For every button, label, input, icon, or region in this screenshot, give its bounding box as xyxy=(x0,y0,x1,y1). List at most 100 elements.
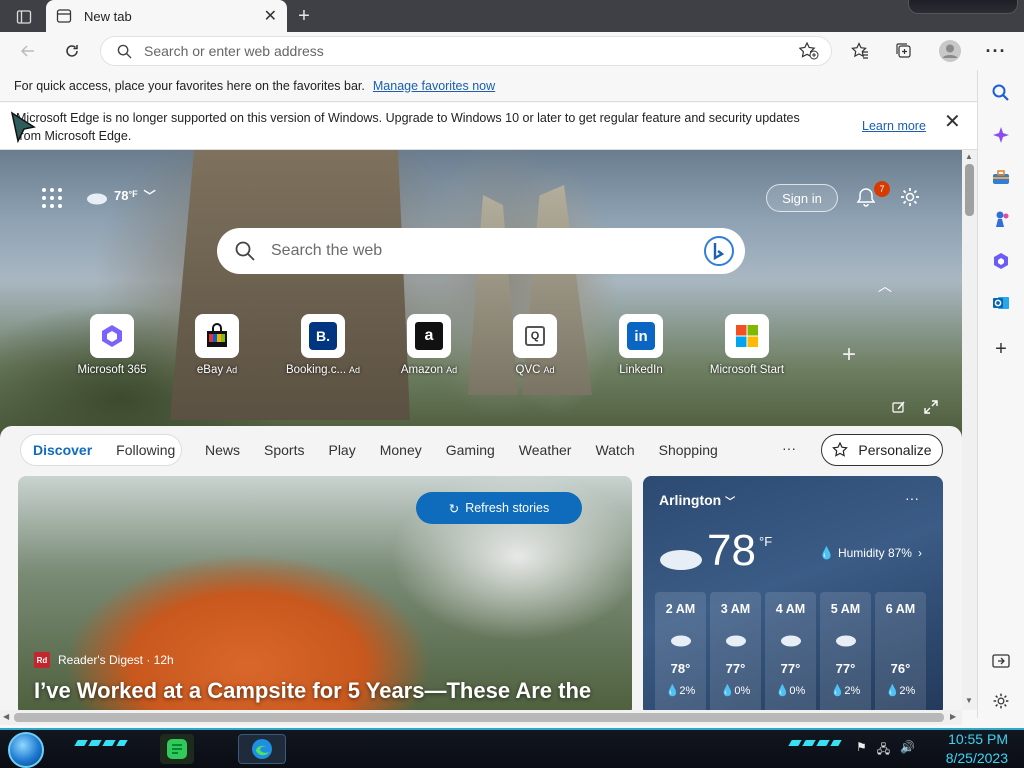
hero-weather-widget[interactable]: 78 °F ﹀ xyxy=(84,184,156,206)
new-tab-page-icon xyxy=(56,9,72,23)
network-icon[interactable]: 🖧 xyxy=(877,740,890,761)
quick-link-microsoft365[interactable]: Microsoft 365 xyxy=(60,314,164,376)
tab-following[interactable]: Following xyxy=(116,442,175,458)
bing-chat-icon[interactable] xyxy=(703,235,735,267)
featured-story-card[interactable]: ↻ Refresh stories Rd Reader's Digest · 1… xyxy=(18,476,632,710)
edge-browser-icon xyxy=(252,739,272,759)
tab-shopping[interactable]: Shopping xyxy=(659,442,718,458)
apps-launcher-icon[interactable] xyxy=(42,188,62,208)
more-dots-icon: ··· xyxy=(985,40,1007,61)
sidebar-microsoft365-button[interactable] xyxy=(988,248,1014,274)
more-categories-button[interactable]: ··· xyxy=(782,440,796,456)
address-input[interactable] xyxy=(144,43,799,59)
sign-in-button[interactable]: Sign in xyxy=(766,184,838,212)
add-quick-link-icon[interactable]: + xyxy=(842,341,856,369)
tab-discover[interactable]: Discover xyxy=(33,442,92,458)
taskbar: ⚑ 🖧 🔊 10:55 PM 8/25/2023 xyxy=(0,728,1024,768)
close-infobar-icon[interactable]: ✕ xyxy=(944,112,961,132)
quick-link-linkedin[interactable]: in LinkedIn xyxy=(589,314,693,376)
sidebar-discover-button[interactable] xyxy=(988,122,1014,148)
weather-more-icon[interactable]: ··· xyxy=(905,490,919,506)
chevron-down-icon: ﹀ xyxy=(725,497,736,508)
action-center-flag-icon[interactable]: ⚑ xyxy=(856,740,867,761)
refresh-stories-button[interactable]: ↻ Refresh stories xyxy=(416,492,582,524)
tab-news[interactable]: News xyxy=(205,442,240,458)
scroll-right-arrow-icon[interactable]: ▶ xyxy=(950,712,956,721)
sidebar-add-button[interactable]: + xyxy=(988,336,1014,362)
tab-watch[interactable]: Watch xyxy=(595,442,634,458)
quick-link-qvc[interactable]: Q QVC Ad xyxy=(483,314,587,376)
scrollbar-thumb[interactable] xyxy=(965,164,974,216)
add-favorite-icon[interactable] xyxy=(799,42,819,60)
scroll-up-arrow-icon[interactable]: ▲ xyxy=(965,152,973,161)
scrollbar-thumb[interactable] xyxy=(14,713,944,722)
web-search-box[interactable] xyxy=(217,228,745,274)
quick-link-label: eBay xyxy=(196,364,224,376)
edge-sidebar: + xyxy=(977,70,1024,718)
tab-play[interactable]: Play xyxy=(328,442,355,458)
personalize-icon xyxy=(832,442,849,457)
clock-time: 10:55 PM xyxy=(948,731,1008,747)
search-icon xyxy=(235,241,255,261)
personalize-button[interactable]: Personalize xyxy=(821,434,943,466)
sidebar-settings-button[interactable] xyxy=(988,688,1014,714)
expand-icon[interactable] xyxy=(924,400,938,414)
chevron-up-icon[interactable]: ︿ xyxy=(878,276,892,296)
sidebar-games-button[interactable] xyxy=(988,206,1014,232)
crescent-moon-icon xyxy=(898,628,908,640)
tab-sports[interactable]: Sports xyxy=(264,442,304,458)
sidebar-tools-button[interactable] xyxy=(988,164,1014,190)
hourly-forecast: 2 AM 78° 💧2% 3 AM 77° 💧0% 4 AM 77° 💧0% 5 AM 77°… xyxy=(655,592,926,710)
story-headline[interactable]: I’ve Worked at a Campsite for 5 Years—Th… xyxy=(34,678,591,704)
favorites-button[interactable] xyxy=(846,38,874,64)
close-tab-icon[interactable]: ✕ xyxy=(264,6,277,26)
sidebar-search-button[interactable] xyxy=(988,80,1014,106)
humidity-link[interactable]: 💧 Humidity 87% › xyxy=(819,546,922,560)
tab-actions-icon xyxy=(16,10,32,24)
volume-icon[interactable]: 🔊 xyxy=(900,740,915,761)
collections-button[interactable] xyxy=(890,38,918,64)
weather-card[interactable]: Arlington ﹀ ··· 78 °F 💧 Humidity 87% › 2… xyxy=(643,476,943,710)
manage-favorites-link[interactable]: Manage favorites now xyxy=(373,79,495,93)
vertical-scrollbar[interactable]: ▲ ▼ xyxy=(962,150,977,710)
taskbar-clock[interactable]: 10:55 PM 8/25/2023 xyxy=(934,730,1008,768)
sidebar-hide-button[interactable] xyxy=(988,648,1014,674)
start-button[interactable] xyxy=(8,732,44,768)
page-settings-gear-icon[interactable] xyxy=(899,186,921,208)
sidebar-outlook-button[interactable] xyxy=(988,290,1014,316)
address-bar[interactable] xyxy=(100,36,832,66)
tab-money[interactable]: Money xyxy=(380,442,422,458)
linkedin-icon: in xyxy=(619,314,663,358)
booking-icon: B. xyxy=(301,314,345,358)
back-button[interactable] xyxy=(14,38,42,64)
settings-more-button[interactable]: ··· xyxy=(982,38,1010,64)
taskbar-notes-app[interactable] xyxy=(160,734,194,764)
quick-link-booking[interactable]: B. Booking.c... Ad xyxy=(271,314,375,376)
sparkle-icon xyxy=(993,127,1009,143)
profile-button[interactable] xyxy=(936,38,964,64)
scroll-down-arrow-icon[interactable]: ▼ xyxy=(965,696,973,705)
quick-link-microsoft-start[interactable]: Microsoft Start xyxy=(695,314,799,376)
tab-actions-button[interactable] xyxy=(8,6,40,28)
weather-city[interactable]: Arlington ﹀ xyxy=(659,492,735,508)
taskbar-edge-app[interactable] xyxy=(238,734,286,764)
quick-link-amazon[interactable]: a Amazon Ad xyxy=(377,314,481,376)
search-icon xyxy=(117,44,132,59)
tab-weather[interactable]: Weather xyxy=(519,442,572,458)
quick-link-ebay[interactable]: eBay Ad xyxy=(165,314,269,376)
horizontal-scrollbar[interactable]: ◀ ▶ xyxy=(0,710,962,725)
tab-gaming[interactable]: Gaming xyxy=(446,442,495,458)
chess-piece-icon xyxy=(996,211,1009,227)
refresh-icon xyxy=(66,45,78,57)
readers-digest-logo-icon: Rd xyxy=(34,652,50,668)
tab-new-tab[interactable]: New tab ✕ xyxy=(46,0,287,32)
edit-background-icon[interactable] xyxy=(892,400,906,414)
weather-unit: °F xyxy=(759,534,773,549)
new-tab-button[interactable]: + xyxy=(292,4,316,28)
scroll-left-arrow-icon[interactable]: ◀ xyxy=(3,712,9,721)
refresh-button[interactable] xyxy=(58,38,86,64)
hero-weather-unit: °F xyxy=(128,189,138,199)
learn-more-link[interactable]: Learn more xyxy=(862,117,926,135)
notification-count-badge: 7 xyxy=(874,181,890,197)
web-search-input[interactable] xyxy=(271,242,703,260)
